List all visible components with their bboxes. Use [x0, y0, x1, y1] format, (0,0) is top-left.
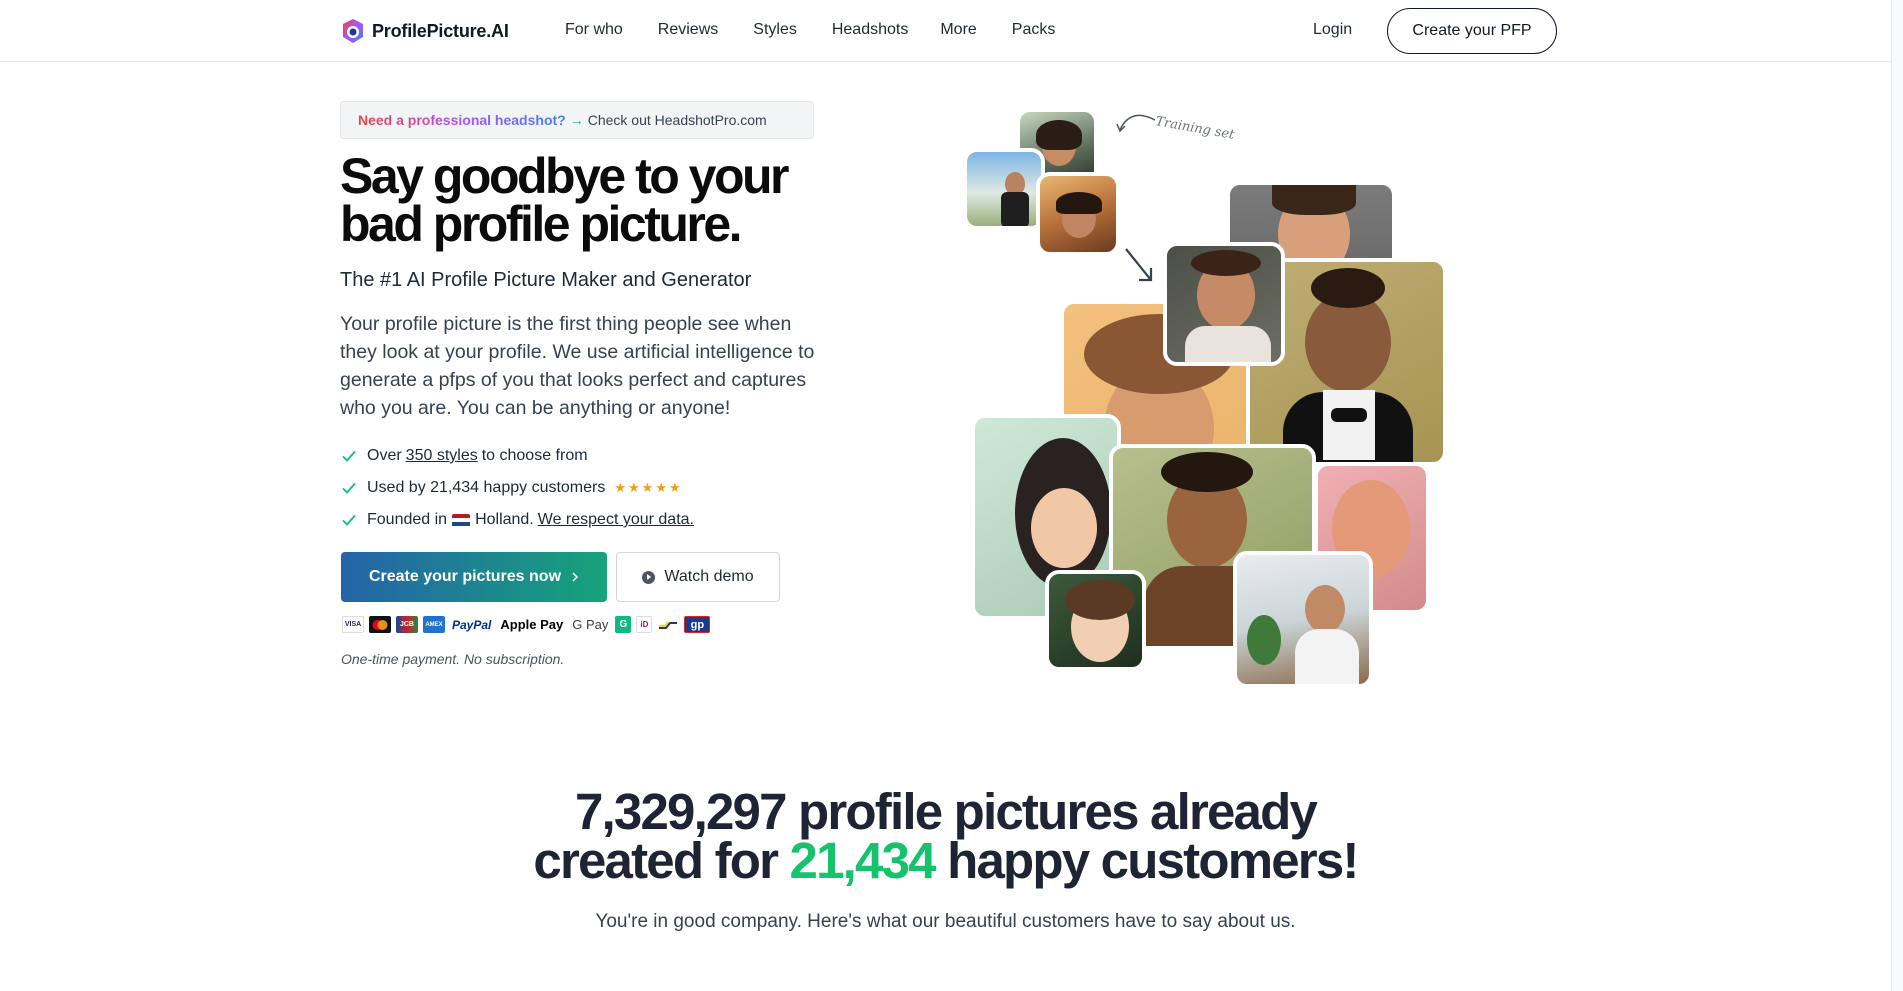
- notice-highlight: Need a professional headshot?: [358, 112, 566, 128]
- nav-reviews[interactable]: Reviews: [658, 21, 718, 39]
- payment-methods: VISA JCB AMEX PayPal Apple Pay G Pay G i…: [342, 616, 711, 633]
- feature-text: Used by 21,434 happy customers: [367, 479, 606, 496]
- training-photo: [1036, 172, 1120, 256]
- amex-icon: AMEX: [423, 616, 445, 633]
- visa-icon: VISA: [342, 616, 364, 633]
- stats-text: created for: [533, 832, 779, 889]
- play-icon: [642, 570, 656, 584]
- bancontact-icon: [657, 616, 679, 633]
- hero-subtitle: The #1 AI Profile Picture Maker and Gene…: [340, 269, 752, 291]
- brand-name: ProfilePicture.AI: [372, 20, 509, 41]
- feature-text: Holland.: [475, 511, 534, 528]
- logo-icon: [343, 19, 363, 43]
- training-set-label: Training set: [1154, 114, 1236, 143]
- generated-portrait: [1045, 570, 1146, 671]
- feature-customers: Used by 21,434 happy customers ★★★★★: [340, 472, 698, 504]
- arrow-down-right-icon: [1125, 248, 1153, 282]
- stats-heading: 7,329,297 profile pictures already creat…: [0, 786, 1891, 886]
- generated-portrait: [1163, 242, 1285, 366]
- grabpay-icon: G: [615, 616, 632, 633]
- nav-more[interactable]: More: [940, 21, 976, 39]
- headshot-notice-banner[interactable]: Need a professional headshot? → Check ou…: [340, 101, 814, 139]
- star-rating-icon: ★★★★★: [614, 480, 683, 495]
- jcb-icon: JCB: [396, 616, 418, 633]
- stats-subtitle: You're in good company. Here's what our …: [595, 911, 1296, 932]
- mastercard-icon: [369, 616, 391, 633]
- training-photo: [963, 148, 1045, 230]
- check-icon: [342, 514, 356, 526]
- nav-headshots[interactable]: Headshots: [832, 21, 909, 39]
- paypal-icon: PayPal: [452, 617, 492, 632]
- google-pay-icon: G Pay: [572, 617, 609, 632]
- stats-text: happy customers!: [947, 832, 1359, 889]
- nav-styles[interactable]: Styles: [753, 21, 797, 39]
- feature-text: to choose from: [481, 447, 588, 464]
- hero-title: Say goodbye to your bad profile picture.: [340, 148, 790, 252]
- ideal-icon: iD: [636, 616, 653, 633]
- apple-pay-icon: Apple Pay: [500, 617, 564, 632]
- nav-for-who[interactable]: For who: [565, 21, 623, 39]
- curved-arrow-icon: [1116, 114, 1156, 133]
- generated-portrait: [1233, 551, 1373, 688]
- feature-text: Founded in: [367, 511, 448, 528]
- watch-demo-button[interactable]: Watch demo: [616, 552, 780, 602]
- create-pfp-button[interactable]: Create your PFP: [1387, 8, 1557, 54]
- notice-text: Check out HeadshotPro.com: [587, 112, 767, 128]
- login-link[interactable]: Login: [1313, 21, 1352, 39]
- create-pictures-label: Create your pictures now: [368, 568, 562, 585]
- site-header: ProfilePicture.AI For who Reviews Styles…: [0, 0, 1891, 62]
- arrow-right-icon: →: [569, 112, 584, 128]
- watch-demo-label: Watch demo: [664, 568, 754, 585]
- customer-count: 21,434: [789, 832, 937, 889]
- styles-link[interactable]: 350 styles: [406, 447, 478, 465]
- netherlands-flag-icon: [452, 513, 471, 527]
- check-icon: [342, 450, 356, 462]
- feature-list: Over 350 styles to choose from Used by 2…: [340, 440, 698, 536]
- data-privacy-link[interactable]: We respect your data.: [538, 511, 694, 529]
- create-pictures-button[interactable]: Create your pictures now: [341, 552, 607, 602]
- feature-founded: Founded in Holland. We respect your data…: [340, 504, 698, 536]
- payment-note: One-time payment. No subscription.: [341, 651, 565, 667]
- feature-styles: Over 350 styles to choose from: [340, 440, 698, 472]
- page-scrollbar[interactable]: [1891, 0, 1903, 991]
- chevron-right-icon: [572, 572, 579, 582]
- nav-packs[interactable]: Packs: [1012, 21, 1056, 39]
- feature-text: Over: [367, 447, 402, 464]
- check-icon: [342, 482, 356, 494]
- brand-logo[interactable]: ProfilePicture.AI: [340, 18, 509, 44]
- main-nav: For who Reviews Styles Headshots More Pa…: [565, 21, 1090, 39]
- giropay-icon: gp: [684, 616, 711, 633]
- hero-description: Your profile picture is the first thing …: [340, 313, 815, 419]
